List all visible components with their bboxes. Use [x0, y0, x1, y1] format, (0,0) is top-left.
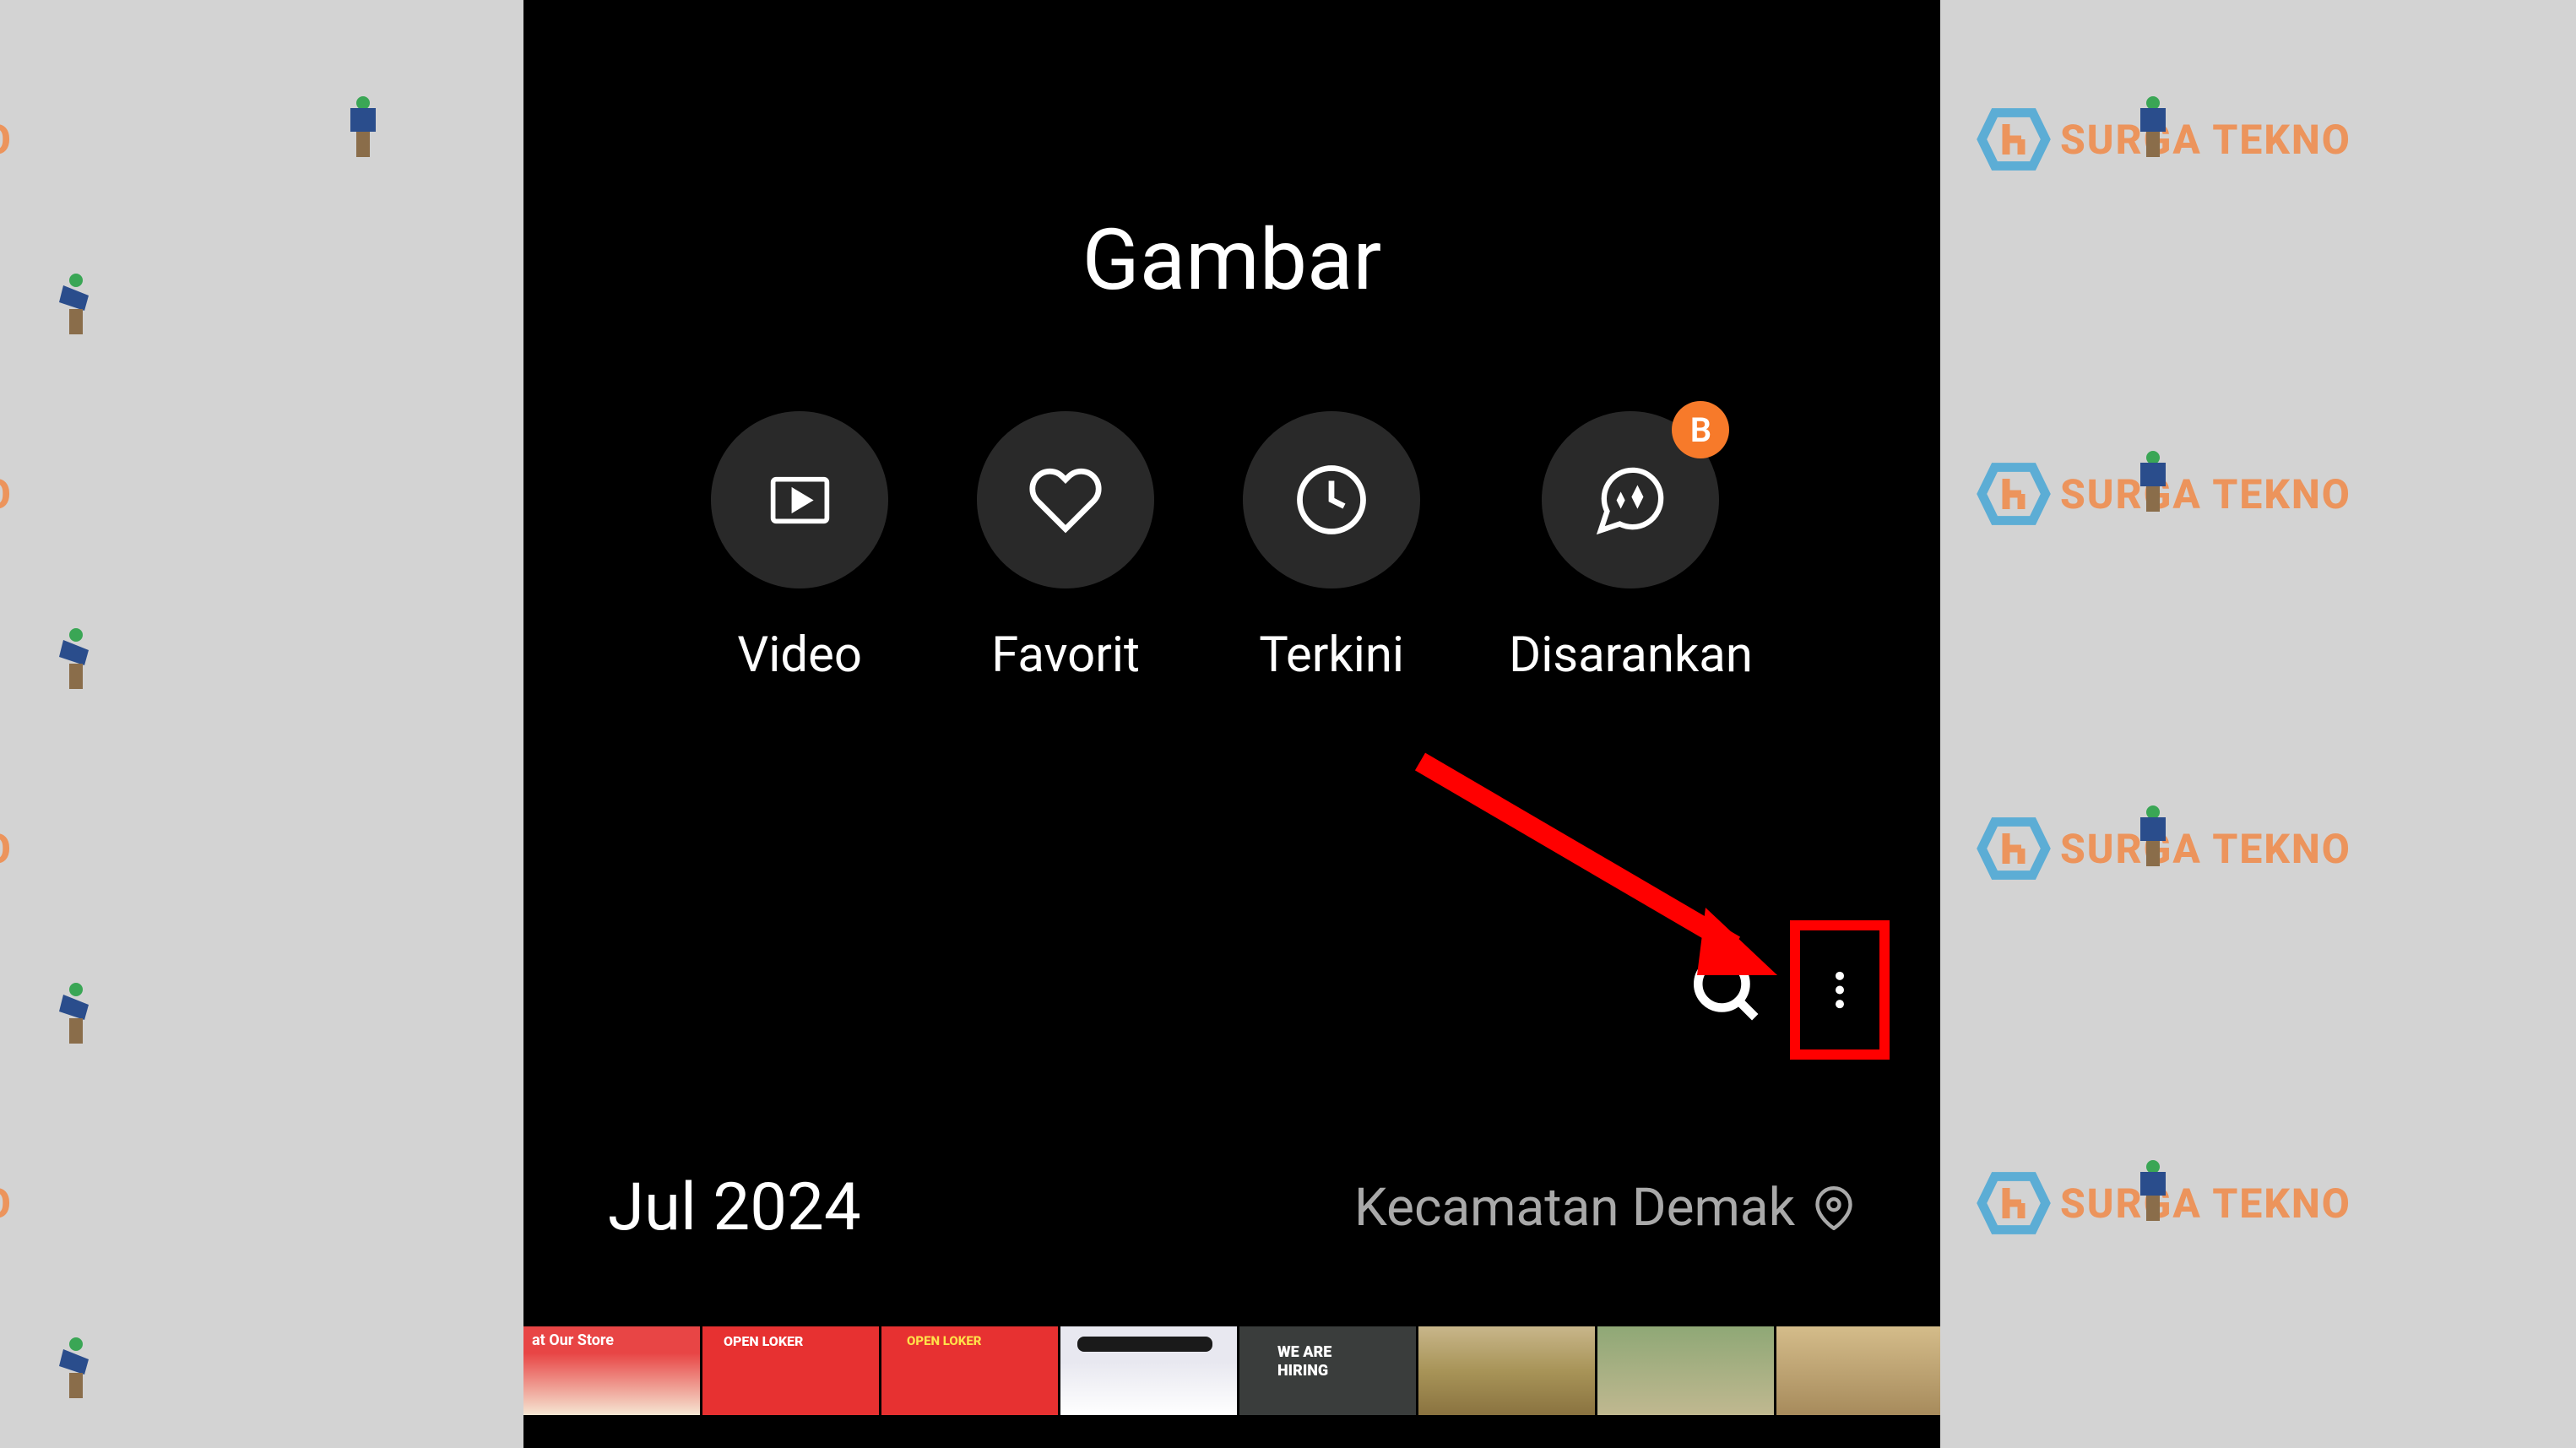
more-options-button[interactable] — [1790, 920, 1890, 1060]
thumbnail-item[interactable] — [881, 1326, 1058, 1415]
category-circle — [977, 411, 1154, 588]
watermark-person-icon — [2128, 93, 2178, 160]
watermark-logo-icon — [1976, 1165, 2052, 1241]
sparkle-chat-icon — [1591, 460, 1671, 540]
search-icon — [1689, 951, 1765, 1027]
watermark-text: SURGA TEKNO — [2060, 1180, 2351, 1228]
location-text: Kecamatan Demak — [1354, 1177, 1795, 1239]
badge: B — [1672, 401, 1729, 458]
watermark-text: SURGA TEKNO — [0, 116, 13, 164]
category-suggested[interactable]: B Disarankan — [1509, 411, 1753, 684]
search-button[interactable] — [1672, 934, 1782, 1047]
thumbnail-item[interactable] — [1418, 1326, 1595, 1415]
watermark-text: SURGA TEKNO — [0, 470, 13, 518]
toolbar-row — [523, 920, 1940, 1060]
category-recent[interactable]: Terkini — [1243, 411, 1420, 684]
category-favorite[interactable]: Favorit — [977, 411, 1154, 684]
watermark-text: SURGA TEKNO — [0, 825, 13, 873]
watermark-person-icon — [338, 93, 388, 160]
gallery-location[interactable]: Kecamatan Demak — [1354, 1177, 1856, 1239]
gallery-app-screen: Gambar Video Favorit — [523, 0, 1940, 1448]
watermark-text: SURGA TEKNO — [0, 1180, 13, 1228]
watermark-text: SURGA TEKNO — [2060, 116, 2351, 164]
thumbnail-item[interactable] — [702, 1326, 879, 1415]
thumbnail-strip — [523, 1326, 1940, 1415]
category-row: Video Favorit Terkini — [523, 411, 1940, 684]
category-circle: B — [1542, 411, 1719, 588]
category-label: Disarankan — [1509, 626, 1753, 684]
category-label: Favorit — [991, 626, 1140, 684]
date-location-row: Jul 2024 Kecamatan Demak — [523, 1169, 1940, 1246]
category-label: Terkini — [1259, 626, 1404, 684]
watermark-person-icon — [51, 979, 101, 1047]
watermark-logo-icon — [1976, 811, 2052, 887]
watermark-text: SURGA TEKNO — [2060, 825, 2351, 873]
video-icon — [764, 464, 836, 536]
thumbnail-item[interactable] — [523, 1326, 700, 1415]
watermark-logo-icon — [1976, 101, 2052, 177]
watermark-person-icon — [2128, 1157, 2178, 1224]
thumbnail-item[interactable] — [1239, 1326, 1416, 1415]
page-title: Gambar — [523, 211, 1940, 310]
location-pin-icon — [1812, 1186, 1856, 1230]
thumbnail-item[interactable] — [1776, 1326, 1940, 1415]
category-video[interactable]: Video — [711, 411, 888, 684]
watermark-text: SURGA TEKNO — [2060, 470, 2351, 518]
watermark-person-icon — [51, 1334, 101, 1402]
watermark-person-icon — [2128, 447, 2178, 515]
watermark-person-icon — [51, 270, 101, 338]
watermark-person-icon — [51, 625, 101, 692]
watermark-logo-icon — [1976, 456, 2052, 532]
category-label: Video — [737, 626, 862, 684]
thumbnail-item[interactable] — [1597, 1326, 1774, 1415]
gallery-date: Jul 2024 — [608, 1169, 861, 1246]
heart-icon — [1028, 462, 1104, 538]
clock-icon — [1293, 462, 1369, 538]
more-vertical-icon — [1819, 950, 1861, 1030]
category-circle — [711, 411, 888, 588]
category-circle — [1243, 411, 1420, 588]
watermark-person-icon — [2128, 802, 2178, 870]
thumbnail-item[interactable] — [1060, 1326, 1237, 1415]
